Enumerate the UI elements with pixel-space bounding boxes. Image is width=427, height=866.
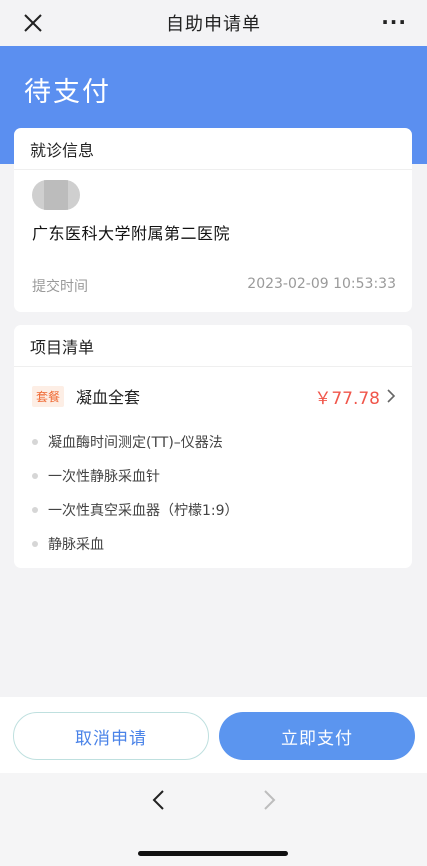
home-indicator[interactable]: [138, 851, 288, 856]
action-bar: 取消申请 立即支付: [0, 697, 427, 773]
item-list-title: 项目清单: [14, 325, 412, 367]
hospital-name: 广东医科大学附属第二医院: [32, 224, 231, 243]
bullet-dot: [32, 541, 38, 547]
bullet-dot: [32, 507, 38, 513]
close-icon[interactable]: [20, 10, 46, 36]
sub-item-label: 静脉采血: [48, 537, 104, 553]
package-sub-items: 凝血酶时间测定(TT)–仪器法 一次性静脉采血针 一次性真空采血器（柠檬1:9）…: [32, 425, 239, 561]
sub-item-label: 一次性静脉采血针: [48, 469, 160, 485]
list-item: 静脉采血: [32, 527, 239, 561]
visit-info-title: 就诊信息: [14, 128, 412, 170]
bullet-dot: [32, 473, 38, 479]
list-item: 凝血酶时间测定(TT)–仪器法: [32, 425, 239, 459]
submit-time-label: 提交时间: [32, 279, 88, 295]
order-status: 待支付: [24, 77, 111, 108]
back-arrow-icon[interactable]: [148, 787, 170, 813]
pay-now-button[interactable]: 立即支付: [219, 712, 415, 760]
more-options-icon[interactable]: ···: [381, 12, 407, 32]
forward-arrow-icon[interactable]: [258, 787, 280, 813]
chevron-right-icon[interactable]: [386, 389, 396, 403]
package-name: 凝血全套: [76, 388, 141, 407]
package-badge: 套餐: [32, 385, 65, 407]
visit-info-card: 就诊信息 广东医科大学附属第二医院 提交时间 2023-02-09 10:53:…: [14, 128, 412, 312]
patient-name-redacted: [32, 180, 80, 210]
cancel-request-button[interactable]: 取消申请: [13, 712, 209, 760]
browser-nav-bar: [0, 773, 427, 866]
sub-item-label: 一次性真空采血器（柠檬1:9）: [48, 503, 239, 519]
package-row[interactable]: 套餐 凝血全套 ￥77.78: [32, 383, 396, 409]
item-list-card: 项目清单 套餐 凝血全套 ￥77.78 凝血酶时间测定(TT)–仪器法 一次性静…: [14, 325, 412, 568]
package-price: ￥77.78: [314, 388, 380, 409]
sub-item-label: 凝血酶时间测定(TT)–仪器法: [48, 435, 223, 451]
submit-time-value: 2023-02-09 10:53:33: [247, 276, 396, 292]
top-nav-bar: 自助申请单 ···: [0, 0, 427, 46]
list-item: 一次性静脉采血针: [32, 459, 239, 493]
list-item: 一次性真空采血器（柠檬1:9）: [32, 493, 239, 527]
page-title: 自助申请单: [166, 14, 261, 35]
bullet-dot: [32, 439, 38, 445]
